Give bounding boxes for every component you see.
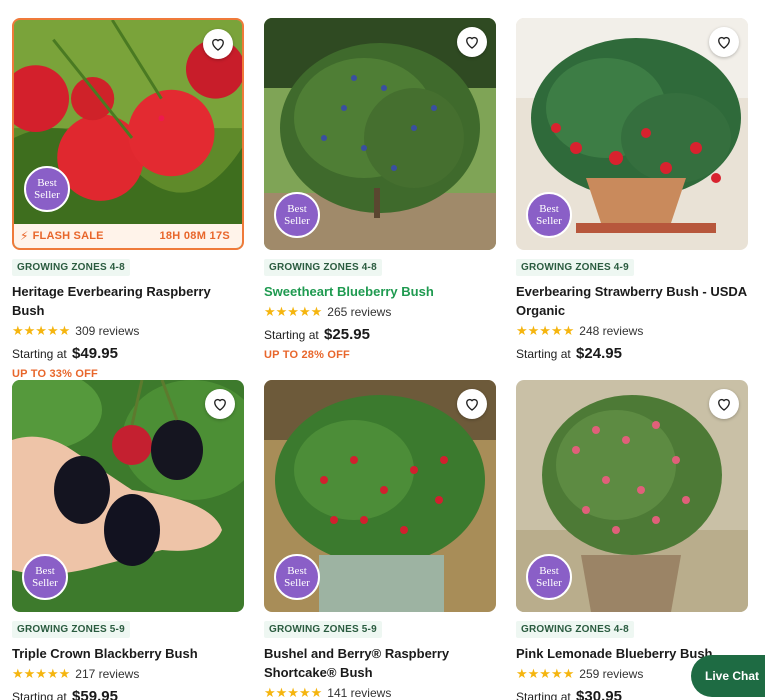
product-image[interactable]: Best Seller bbox=[12, 380, 244, 612]
price-value: $59.95 bbox=[72, 688, 118, 700]
live-chat-button[interactable]: Live Chat bbox=[691, 655, 765, 697]
badge-line2: Seller bbox=[34, 189, 60, 201]
best-seller-badge: Best Seller bbox=[526, 554, 572, 600]
wishlist-button[interactable] bbox=[709, 389, 739, 419]
wishlist-button[interactable] bbox=[457, 389, 487, 419]
lightning-bolt-icon: ⚡ bbox=[20, 229, 29, 243]
product-image[interactable]: Best Seller bbox=[264, 380, 496, 612]
growing-zone-tag: GROWING ZONES 5-9 bbox=[12, 621, 130, 638]
price-value: $24.95 bbox=[576, 345, 622, 362]
best-seller-badge: Best Seller bbox=[24, 166, 70, 212]
heart-icon bbox=[466, 36, 478, 49]
product-image[interactable]: Best Seller bbox=[516, 18, 748, 250]
review-count: 141 reviews bbox=[327, 686, 392, 700]
star-rating-icon: ★★★★★ bbox=[516, 666, 575, 681]
product-image[interactable]: Best Seller ⚡ FLASH SALE 18H 08M 17S bbox=[12, 18, 244, 250]
badge-line2: Seller bbox=[536, 215, 562, 227]
price-line: Starting at $59.95 bbox=[12, 688, 244, 700]
price-line: Starting at $49.95 bbox=[12, 345, 244, 362]
heart-icon bbox=[214, 398, 226, 411]
growing-zone-tag: GROWING ZONES 4-8 bbox=[264, 259, 382, 276]
rating[interactable]: ★★★★★ 309 reviews bbox=[12, 323, 244, 339]
rating[interactable]: ★★★★★ 217 reviews bbox=[12, 666, 244, 682]
heart-icon bbox=[212, 38, 224, 51]
review-count: 309 reviews bbox=[75, 324, 140, 338]
wishlist-button[interactable] bbox=[205, 389, 235, 419]
badge-line2: Seller bbox=[32, 577, 58, 589]
star-rating-icon: ★★★★★ bbox=[12, 666, 71, 681]
wishlist-button[interactable] bbox=[203, 29, 233, 59]
flash-sale-timer: 18H 08M 17S bbox=[159, 230, 230, 242]
star-rating-icon: ★★★★★ bbox=[516, 323, 575, 338]
review-count: 248 reviews bbox=[579, 324, 644, 338]
price-prefix: Starting at bbox=[516, 347, 571, 361]
heart-icon bbox=[466, 398, 478, 411]
product-card[interactable]: Best Seller GROWING ZONES 5-9 Bushel and… bbox=[264, 380, 496, 700]
product-title[interactable]: Heritage Everbearing Raspberry Bush bbox=[12, 282, 244, 320]
badge-line1: Best bbox=[287, 203, 307, 215]
review-count: 217 reviews bbox=[75, 667, 140, 681]
heart-icon bbox=[718, 398, 730, 411]
price-prefix: Starting at bbox=[12, 690, 67, 700]
badge-line1: Best bbox=[539, 565, 559, 577]
product-image[interactable]: Best Seller bbox=[516, 380, 748, 612]
growing-zone-tag: GROWING ZONES 5-9 bbox=[264, 621, 382, 638]
best-seller-badge: Best Seller bbox=[274, 192, 320, 238]
best-seller-badge: Best Seller bbox=[274, 554, 320, 600]
growing-zone-tag: GROWING ZONES 4-8 bbox=[516, 621, 634, 638]
badge-line1: Best bbox=[287, 565, 307, 577]
wishlist-button[interactable] bbox=[709, 27, 739, 57]
badge-line2: Seller bbox=[536, 577, 562, 589]
price-value: $25.95 bbox=[324, 326, 370, 343]
discount-text: UP TO 28% OFF bbox=[264, 349, 350, 361]
rating[interactable]: ★★★★★ 141 reviews bbox=[264, 685, 496, 700]
product-card[interactable]: Best Seller ⚡ FLASH SALE 18H 08M 17S GRO… bbox=[12, 18, 244, 380]
flash-sale-bar: ⚡ FLASH SALE 18H 08M 17S bbox=[14, 224, 242, 248]
rating[interactable]: ★★★★★ 265 reviews bbox=[264, 304, 496, 320]
heart-icon bbox=[718, 36, 730, 49]
best-seller-badge: Best Seller bbox=[526, 192, 572, 238]
growing-zone-tag: GROWING ZONES 4-9 bbox=[516, 259, 634, 276]
badge-line2: Seller bbox=[284, 577, 310, 589]
best-seller-badge: Best Seller bbox=[22, 554, 68, 600]
product-card[interactable]: Best Seller GROWING ZONES 4-9 Everbearin… bbox=[516, 18, 748, 362]
review-count: 265 reviews bbox=[327, 305, 392, 319]
badge-line1: Best bbox=[539, 203, 559, 215]
flash-sale-label: FLASH SALE bbox=[32, 230, 104, 242]
product-card[interactable]: Best Seller GROWING ZONES 4-8 Sweetheart… bbox=[264, 18, 496, 361]
discount-text: UP TO 33% OFF bbox=[12, 368, 98, 380]
badge-line1: Best bbox=[37, 177, 57, 189]
rating[interactable]: ★★★★★ 248 reviews bbox=[516, 323, 748, 339]
product-card[interactable]: Best Seller GROWING ZONES 4-8 Pink Lemon… bbox=[516, 380, 748, 700]
price-prefix: Starting at bbox=[516, 690, 571, 700]
price-prefix: Starting at bbox=[264, 328, 319, 342]
price-value: $30.95 bbox=[576, 688, 622, 700]
review-count: 259 reviews bbox=[579, 667, 644, 681]
product-title[interactable]: Sweetheart Blueberry Bush bbox=[264, 282, 496, 301]
product-image[interactable]: Best Seller bbox=[264, 18, 496, 250]
price-value: $49.95 bbox=[72, 345, 118, 362]
star-rating-icon: ★★★★★ bbox=[12, 323, 71, 338]
product-card[interactable]: Best Seller GROWING ZONES 5-9 Triple Cro… bbox=[12, 380, 244, 700]
price-prefix: Starting at bbox=[12, 347, 67, 361]
star-rating-icon: ★★★★★ bbox=[264, 304, 323, 319]
product-title[interactable]: Everbearing Strawberry Bush - USDA Organ… bbox=[516, 282, 748, 320]
star-rating-icon: ★★★★★ bbox=[264, 685, 323, 700]
product-title[interactable]: Bushel and Berry® Raspberry Shortcake® B… bbox=[264, 644, 496, 682]
price-line: Starting at $24.95 bbox=[516, 345, 748, 362]
growing-zone-tag: GROWING ZONES 4-8 bbox=[12, 259, 130, 276]
price-line: Starting at $25.95 bbox=[264, 326, 496, 343]
badge-line1: Best bbox=[35, 565, 55, 577]
live-chat-label: Live Chat bbox=[705, 669, 760, 683]
wishlist-button[interactable] bbox=[457, 27, 487, 57]
badge-line2: Seller bbox=[284, 215, 310, 227]
product-title[interactable]: Triple Crown Blackberry Bush bbox=[12, 644, 244, 663]
